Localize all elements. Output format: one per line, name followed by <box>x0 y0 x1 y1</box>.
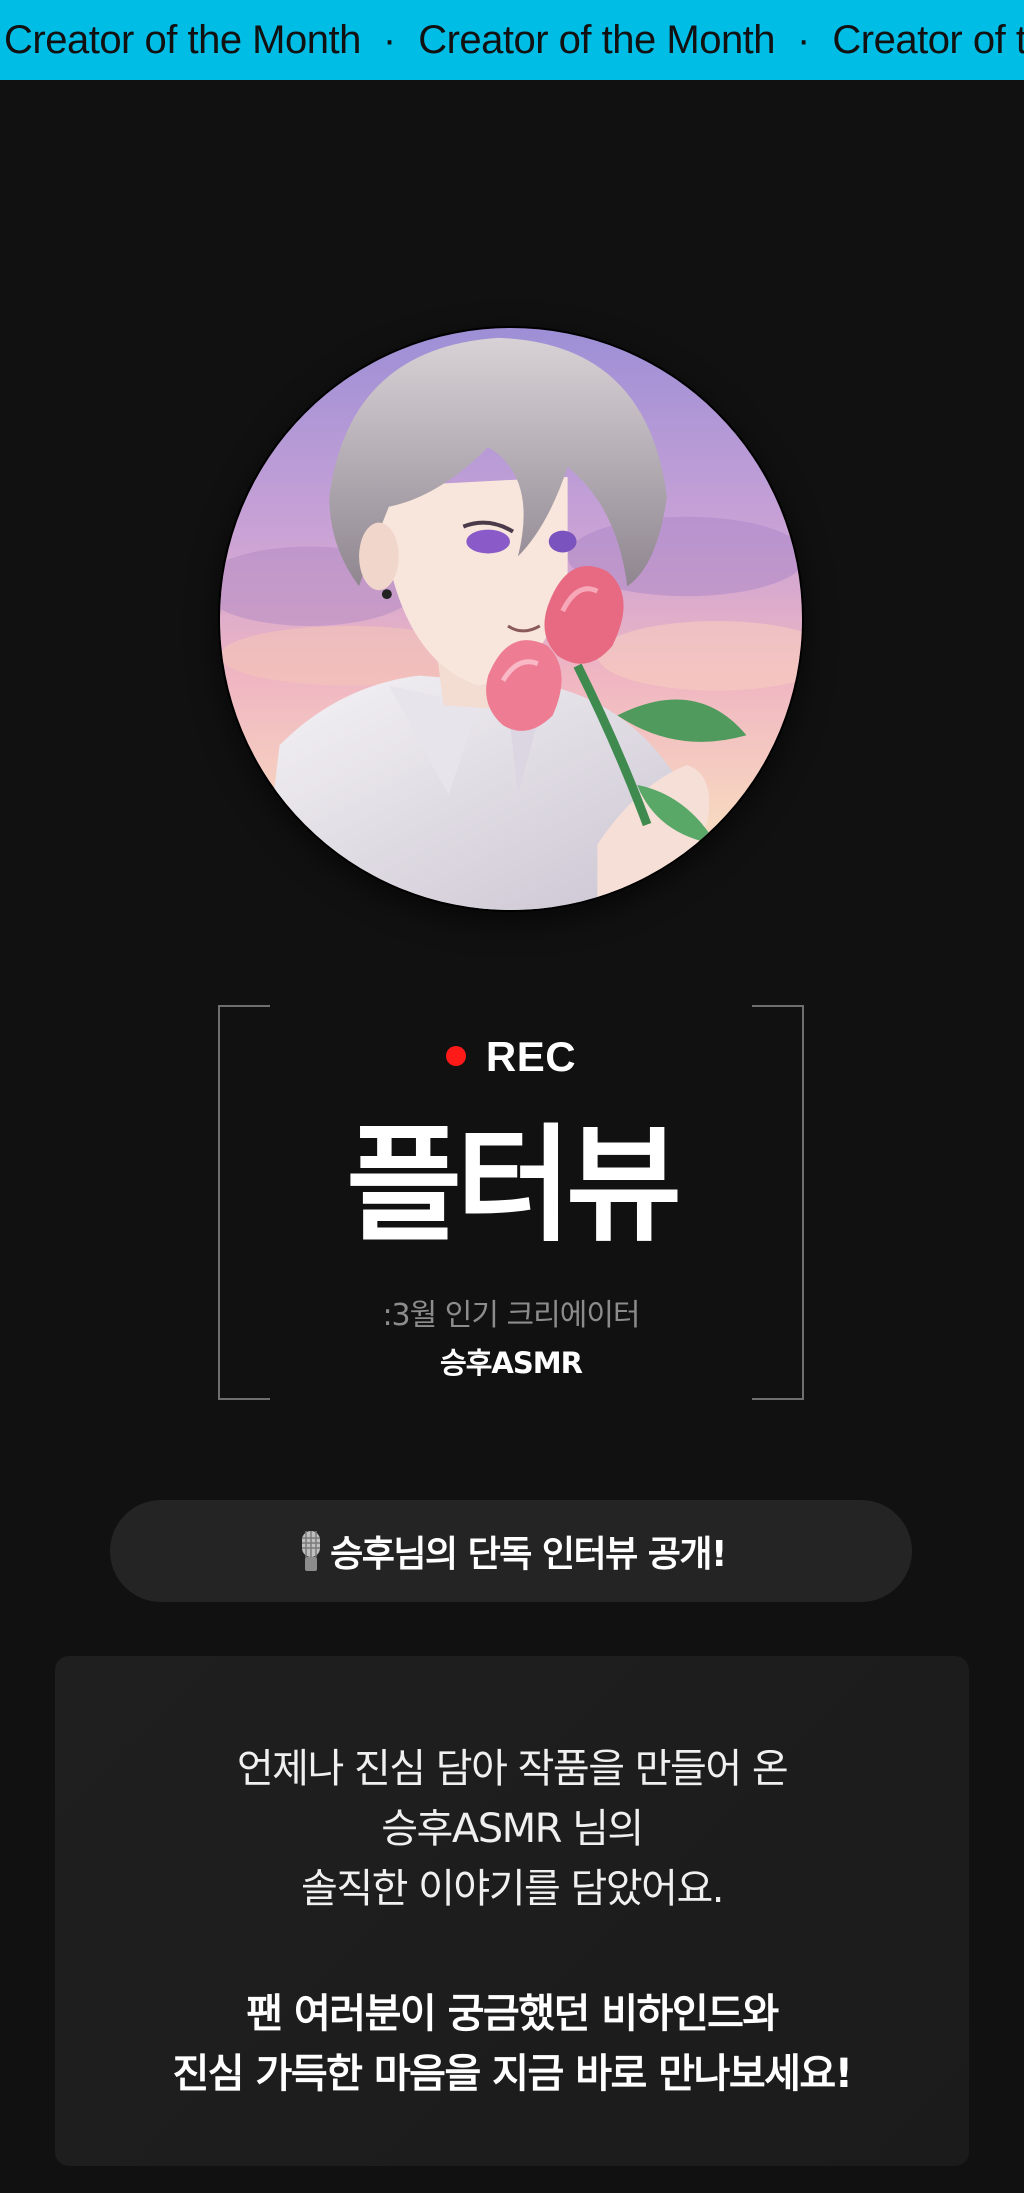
banner-separator: · <box>797 17 811 62</box>
banner-text: Creator of the Month <box>832 17 1024 62</box>
creator-of-month-banner: Creator of the Month · Creator of the Mo… <box>0 0 1024 80</box>
banner-track: Creator of the Month · Creator of the Mo… <box>4 0 1024 80</box>
interview-title-frame: REC 플터뷰 :3월 인기 크리에이터 승후ASMR <box>218 1005 804 1400</box>
rec-dot-icon <box>445 1045 466 1066</box>
microphone-icon <box>296 1529 326 1573</box>
description-card: 언제나 진심 담아 작품을 만들어 온 승후ASMR 님의 솔직한 이야기를 담… <box>55 1656 969 2166</box>
frame-corner <box>218 1398 270 1400</box>
banner-separator: · <box>382 17 397 62</box>
frame-corner <box>752 1005 804 1007</box>
description-line: 승후ASMR 님의 <box>381 1806 644 1852</box>
interview-reveal-label: 승후님의 단독 인터뷰 공개! <box>330 1534 727 1575</box>
creator-profile-illustration <box>220 328 802 910</box>
page-subtitle: :3월 인기 크리에이터 <box>382 1298 640 1333</box>
rec-indicator: REC <box>218 1033 804 1081</box>
interview-reveal-button[interactable]: 승후님의 단독 인터뷰 공개! <box>110 1500 912 1602</box>
banner-text: Creator of the Month <box>4 17 361 62</box>
rec-label: REC <box>485 1033 577 1080</box>
frame-corner <box>218 1005 270 1007</box>
frame-corner <box>752 1398 804 1400</box>
creator-avatar <box>218 326 804 912</box>
banner-text: Creator of the Month <box>418 17 776 62</box>
description-highlight: 진심 가득한 마음을 지금 바로 만나보세요! <box>172 2051 853 2097</box>
description-highlight: 팬 여러분이 궁금했던 비하인드와 <box>246 1991 779 2037</box>
description-line: 언제나 진심 담아 작품을 만들어 온 <box>236 1746 789 1792</box>
page-title: 플터뷰 <box>346 1112 682 1259</box>
creator-name: 승후ASMR <box>440 1346 583 1380</box>
description-line: 솔직한 이야기를 담았어요. <box>301 1866 724 1912</box>
